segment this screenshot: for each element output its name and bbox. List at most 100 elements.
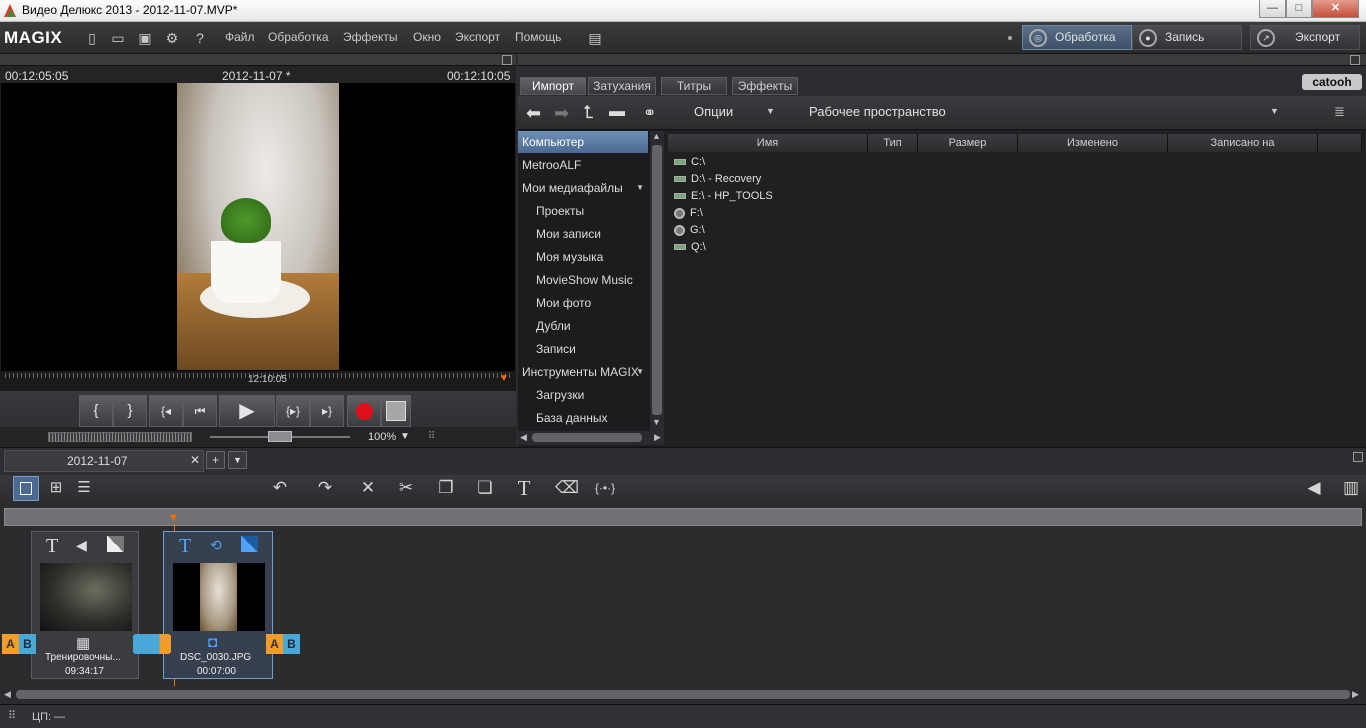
- save-icon[interactable]: ▣: [135, 28, 155, 48]
- options-dropdown-icon[interactable]: ▼: [766, 106, 775, 116]
- undo-icon[interactable]: ↶: [268, 476, 292, 500]
- mixer-icon[interactable]: ▥: [1339, 476, 1363, 500]
- project-tab[interactable]: 2012-11-07 ✕: [4, 450, 204, 472]
- clip-title-icon[interactable]: T: [46, 535, 58, 558]
- close-button[interactable]: ✕: [1312, 0, 1359, 18]
- clip-title-icon[interactable]: T: [179, 535, 191, 558]
- tab-titles[interactable]: Титры: [661, 77, 727, 95]
- eraser-icon[interactable]: ⌫: [555, 476, 579, 500]
- back-arrow-icon[interactable]: ⬅: [526, 103, 541, 124]
- delete-icon[interactable]: ✕: [356, 476, 380, 500]
- scissors-icon[interactable]: ✂: [394, 476, 418, 500]
- grid-view-icon[interactable]: ⊞: [44, 476, 68, 500]
- nav-item[interactable]: Инструменты MAGIX ▼: [522, 361, 648, 383]
- nav-hscrollbar[interactable]: ◀ ▶: [518, 431, 664, 445]
- drive-item[interactable]: Q:\: [674, 239, 706, 256]
- workspace-dropdown-icon[interactable]: ▼: [1270, 106, 1279, 116]
- menu-export[interactable]: Экспорт: [455, 30, 500, 44]
- timeline-maximize-icon[interactable]: [1353, 452, 1363, 462]
- tab-fades[interactable]: Затухания: [588, 77, 656, 95]
- catooh-logo[interactable]: catooh: [1302, 74, 1362, 90]
- column-extra[interactable]: [1318, 134, 1362, 152]
- transition-ab-left[interactable]: AB: [2, 634, 36, 654]
- mode-edit-button[interactable]: ◎ Обработка: [1022, 25, 1132, 50]
- nav-item[interactable]: Моя музыка: [536, 246, 648, 268]
- minimize-button[interactable]: —: [1259, 0, 1286, 18]
- clip-thumbnail[interactable]: [173, 563, 265, 631]
- record-button[interactable]: [347, 395, 381, 427]
- drive-item[interactable]: C:\: [674, 154, 705, 171]
- clip-rotate-icon[interactable]: ⟲: [210, 537, 222, 554]
- binoculars-icon[interactable]: ⚭: [643, 103, 656, 123]
- timeline-playhead-icon[interactable]: ▼: [168, 512, 179, 524]
- drive-item[interactable]: D:\ - Recovery: [674, 171, 761, 188]
- marker-icon[interactable]: {·•·}: [593, 476, 617, 500]
- storyboard-view-button[interactable]: [13, 476, 39, 501]
- nav-hscroll-thumb[interactable]: [532, 433, 642, 442]
- list-view-icon[interactable]: ≣: [1334, 104, 1345, 120]
- copy-icon[interactable]: ❐: [434, 476, 458, 500]
- menu-effects[interactable]: Эффекты: [343, 30, 398, 44]
- options-dropdown[interactable]: Опции: [694, 104, 733, 119]
- tab-import[interactable]: Импорт: [520, 77, 586, 95]
- tab-menu-button[interactable]: ▼: [228, 451, 247, 469]
- menu-edit[interactable]: Обработка: [268, 30, 329, 44]
- zoom-value[interactable]: 100%: [368, 431, 396, 443]
- play-button[interactable]: ▶: [219, 395, 275, 427]
- menu-help[interactable]: Помощь: [515, 30, 561, 44]
- stop-button[interactable]: [381, 395, 411, 427]
- timeline-scroll-right-icon[interactable]: ▶: [1352, 689, 1359, 700]
- expand-arrow-icon[interactable]: ▼: [636, 177, 644, 199]
- settings-gear-icon[interactable]: ⚙: [162, 28, 182, 48]
- close-tab-icon[interactable]: ✕: [190, 453, 200, 467]
- clip-effects-icon[interactable]: [241, 536, 258, 552]
- playhead-marker-icon[interactable]: ▼: [499, 373, 509, 384]
- expand-arrow-icon[interactable]: ▼: [636, 361, 644, 383]
- jump-to-out-button[interactable]: {▸}: [276, 395, 310, 427]
- nav-item[interactable]: Мои фото: [536, 292, 648, 314]
- column-size[interactable]: Размер: [918, 134, 1018, 152]
- scrub-bar[interactable]: 12:10:05 ▼: [0, 371, 516, 391]
- nav-item[interactable]: Компьютер: [518, 131, 648, 153]
- column-recorded-on[interactable]: Записано на: [1168, 134, 1318, 152]
- help-cursor-icon[interactable]: ?: [190, 28, 210, 48]
- new-file-icon[interactable]: ▯: [82, 28, 102, 48]
- open-folder-icon[interactable]: ▭: [108, 28, 128, 48]
- timeline-ruler[interactable]: [4, 508, 1362, 526]
- menu-window[interactable]: Окно: [413, 30, 441, 44]
- folder-icon[interactable]: ▬: [609, 103, 625, 121]
- timeline-scroll-left-icon[interactable]: ◀: [4, 689, 11, 700]
- scroll-up-icon[interactable]: ▲: [652, 131, 661, 141]
- jog-shuttle[interactable]: [48, 432, 192, 442]
- scroll-left-icon[interactable]: ◀: [520, 432, 527, 443]
- previous-marker-button[interactable]: ⏮: [183, 395, 217, 427]
- add-tab-button[interactable]: +: [206, 451, 225, 469]
- timeline-hscrollbar[interactable]: ◀ ▶: [2, 688, 1364, 702]
- workspace-dropdown[interactable]: Рабочее пространство: [809, 104, 946, 119]
- column-name[interactable]: Имя: [668, 134, 868, 152]
- file-list[interactable]: [666, 131, 1366, 445]
- tab-effects[interactable]: Эффекты: [732, 77, 798, 95]
- up-folder-icon[interactable]: ⮤: [583, 102, 594, 123]
- nav-item[interactable]: Проекты: [536, 200, 648, 222]
- clip-audio-icon[interactable]: ◀: [76, 537, 87, 554]
- nav-item[interactable]: Загрузки: [536, 384, 648, 406]
- menu-file[interactable]: Файл: [225, 30, 255, 44]
- redo-icon[interactable]: ↷: [313, 476, 337, 500]
- drive-item[interactable]: F:\: [674, 205, 703, 222]
- media-maximize-icon[interactable]: [1350, 55, 1360, 65]
- timeline-scroll-thumb[interactable]: [16, 690, 1350, 699]
- column-type[interactable]: Тип: [868, 134, 918, 152]
- transition-ab-right[interactable]: AB: [266, 634, 300, 654]
- mode-record-button[interactable]: ● Запись: [1132, 25, 1242, 50]
- drive-item[interactable]: E:\ - HP_TOOLS: [674, 188, 773, 205]
- nav-scrollbar[interactable]: ▲ ▼: [650, 131, 664, 431]
- nav-item[interactable]: MovieShow Music: [536, 269, 648, 291]
- speaker-icon[interactable]: ◀: [1302, 476, 1326, 500]
- clip-effects-icon[interactable]: [107, 536, 124, 552]
- nav-item[interactable]: Записи: [536, 338, 648, 360]
- nav-item[interactable]: Мои медиафайлы ▼: [522, 177, 648, 199]
- scroll-right-icon[interactable]: ▶: [654, 432, 661, 443]
- timeline-view-icon[interactable]: ☰: [72, 476, 96, 500]
- drive-item[interactable]: G:\: [674, 222, 705, 239]
